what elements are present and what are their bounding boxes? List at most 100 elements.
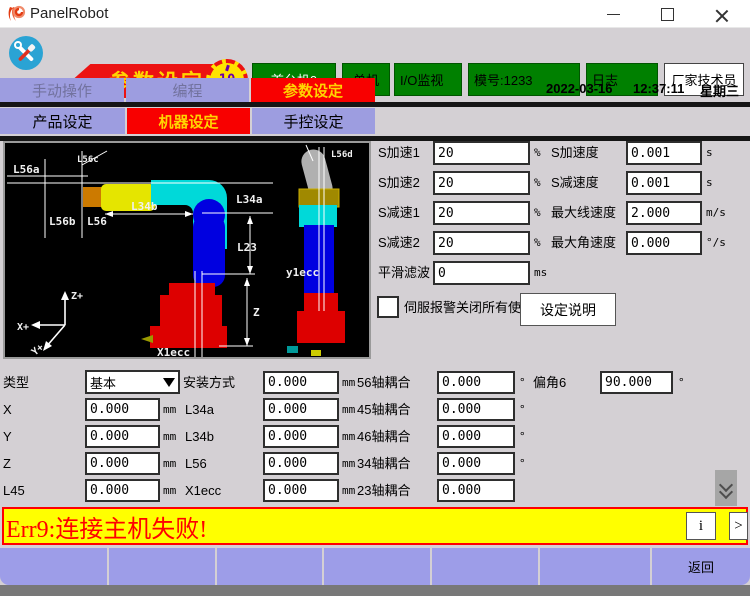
geometry-label: 类型 bbox=[3, 371, 29, 395]
geometry-input-l45[interactable] bbox=[85, 479, 160, 502]
geometry-unit: mm bbox=[342, 371, 355, 395]
minimize-icon bbox=[607, 14, 620, 15]
label-z: Z bbox=[253, 306, 260, 319]
error-next-button[interactable]: > bbox=[729, 512, 748, 540]
tools-icon[interactable] bbox=[8, 35, 44, 71]
geometry-unit: ° bbox=[678, 371, 685, 395]
servo-alarm-checkbox[interactable] bbox=[377, 296, 399, 318]
geometry-input-56-coupling[interactable] bbox=[437, 371, 515, 394]
param-input-s-accel1[interactable] bbox=[433, 141, 530, 165]
axis-lines bbox=[35, 295, 65, 347]
geometry-unit: ° bbox=[519, 452, 526, 476]
geometry-label: X1ecc bbox=[185, 479, 221, 503]
error-bar: Err9:连接主机失败! bbox=[2, 507, 748, 545]
geometry-label: 46轴耦合 bbox=[357, 425, 410, 449]
param-label: S加速1 bbox=[378, 141, 420, 165]
servo-alarm-label: 伺服报警关闭所有使能 bbox=[404, 296, 534, 320]
geometry-input-x1ecc[interactable] bbox=[263, 479, 339, 502]
geometry-label: L34a bbox=[185, 398, 214, 422]
scroll-down-button[interactable] bbox=[715, 470, 737, 506]
geometry-unit: mm bbox=[342, 425, 355, 449]
error-info-button[interactable]: i bbox=[686, 512, 716, 540]
param-unit: % bbox=[534, 141, 541, 165]
base-arrow-olive bbox=[141, 335, 153, 343]
param-label: 最大角速度 bbox=[551, 231, 616, 255]
panelrobot-window: PanelRobot 参数设定 10 首台机0 单机 I/O监视 模号:1233… bbox=[0, 0, 750, 596]
param-input-s-accel2[interactable] bbox=[433, 171, 530, 195]
smooth-filter-input[interactable] bbox=[433, 261, 530, 285]
param-unit: °/s bbox=[706, 231, 726, 255]
dot-teal bbox=[287, 346, 298, 353]
geometry-unit: ° bbox=[519, 398, 526, 422]
bottom-button-6[interactable] bbox=[540, 548, 650, 585]
close-button[interactable] bbox=[698, 0, 744, 28]
robot-diagram-svg: L56a L56c L56b L56 L34b L34a L23 Z X1ecc… bbox=[5, 143, 369, 357]
time-text: 12:37:11 bbox=[633, 81, 684, 96]
geometry-label: 23轴耦合 bbox=[357, 479, 410, 503]
io-monitor-button[interactable]: I/O监视 bbox=[394, 63, 462, 96]
close-icon bbox=[715, 8, 728, 21]
label-l56b: L56b bbox=[49, 215, 76, 228]
label-x1ecc: X1ecc bbox=[157, 346, 190, 357]
setting-help-button[interactable]: 设定说明 bbox=[520, 293, 616, 326]
back-button[interactable]: 返回 bbox=[652, 548, 750, 585]
label-l34b: L34b bbox=[131, 200, 158, 213]
bottom-button-3[interactable] bbox=[217, 548, 322, 585]
base-top-red-right bbox=[304, 293, 338, 313]
base-flange-red bbox=[150, 326, 227, 348]
subtab-machine-setting[interactable]: 机器设定 bbox=[127, 108, 250, 134]
subtab-manual-control-setting[interactable]: 手控设定 bbox=[252, 108, 375, 134]
geometry-input-y[interactable] bbox=[85, 425, 160, 448]
tab-programming[interactable]: 编程 bbox=[126, 78, 249, 102]
window-title: PanelRobot bbox=[30, 5, 108, 22]
bottom-button-5[interactable] bbox=[432, 548, 538, 585]
minimize-button[interactable] bbox=[590, 0, 636, 28]
bottom-button-1[interactable] bbox=[0, 548, 107, 585]
bottom-button-2[interactable] bbox=[109, 548, 215, 585]
maximize-button[interactable] bbox=[644, 0, 690, 28]
geometry-input-l34a[interactable] bbox=[263, 398, 339, 421]
geometry-label: 安装方式 bbox=[183, 371, 235, 395]
geometry-input-46-coupling[interactable] bbox=[437, 425, 515, 448]
label-axis-x: X+ bbox=[17, 322, 29, 333]
label-y1ecc: y1ecc bbox=[286, 266, 319, 279]
param-unit: s bbox=[706, 171, 713, 195]
smooth-filter-unit: ms bbox=[534, 261, 547, 285]
date-text: 2022-03-16 bbox=[546, 81, 613, 96]
label-axis-z: Z+ bbox=[71, 291, 83, 302]
param-input-s-decel2[interactable] bbox=[433, 231, 530, 255]
tab-parameter-setting[interactable]: 参数设定 bbox=[251, 78, 375, 102]
tab-manual-operation[interactable]: 手动操作 bbox=[0, 78, 124, 102]
geometry-input-l34b[interactable] bbox=[263, 425, 339, 448]
weekday-text: 星期三 bbox=[700, 81, 739, 100]
geometry-input-l56[interactable] bbox=[263, 452, 339, 475]
geometry-label: 56轴耦合 bbox=[357, 371, 410, 395]
base-mid-red bbox=[160, 295, 222, 327]
geometry-label: 34轴耦合 bbox=[357, 452, 410, 476]
geometry-unit: mm bbox=[163, 398, 176, 422]
geometry-label: L45 bbox=[3, 479, 25, 503]
geometry-input-mount[interactable] bbox=[263, 371, 339, 394]
param-unit: s bbox=[706, 141, 713, 165]
geometry-input-34-coupling[interactable] bbox=[437, 452, 515, 475]
arm-column-blue bbox=[193, 215, 225, 287]
param-input-max-linear-speed[interactable] bbox=[626, 201, 702, 225]
bottom-button-4[interactable] bbox=[324, 548, 430, 585]
geometry-input-45-coupling[interactable] bbox=[437, 398, 515, 421]
param-input-max-angular-speed[interactable] bbox=[626, 231, 702, 255]
geometry-input-x[interactable] bbox=[85, 398, 160, 421]
label-l23: L23 bbox=[237, 241, 257, 254]
param-input-s-decel-time[interactable] bbox=[626, 171, 702, 195]
base-top-red bbox=[169, 283, 215, 297]
type-select[interactable]: 基本 bbox=[85, 370, 180, 394]
geometry-input-offset-angle6[interactable] bbox=[600, 371, 673, 394]
toolbar: 参数设定 10 首台机0 单机 I/O监视 模号:1233 日志 厂家技术员 bbox=[0, 28, 750, 77]
geometry-input-23-coupling[interactable] bbox=[437, 479, 515, 502]
subtab-product-setting[interactable]: 产品设定 bbox=[0, 108, 125, 134]
geometry-unit: mm bbox=[342, 398, 355, 422]
geometry-input-z[interactable] bbox=[85, 452, 160, 475]
label-l56d: L56d bbox=[331, 150, 353, 160]
param-input-s-accel-time[interactable] bbox=[626, 141, 702, 165]
param-input-s-decel1[interactable] bbox=[433, 201, 530, 225]
geometry-unit: mm bbox=[163, 479, 176, 503]
